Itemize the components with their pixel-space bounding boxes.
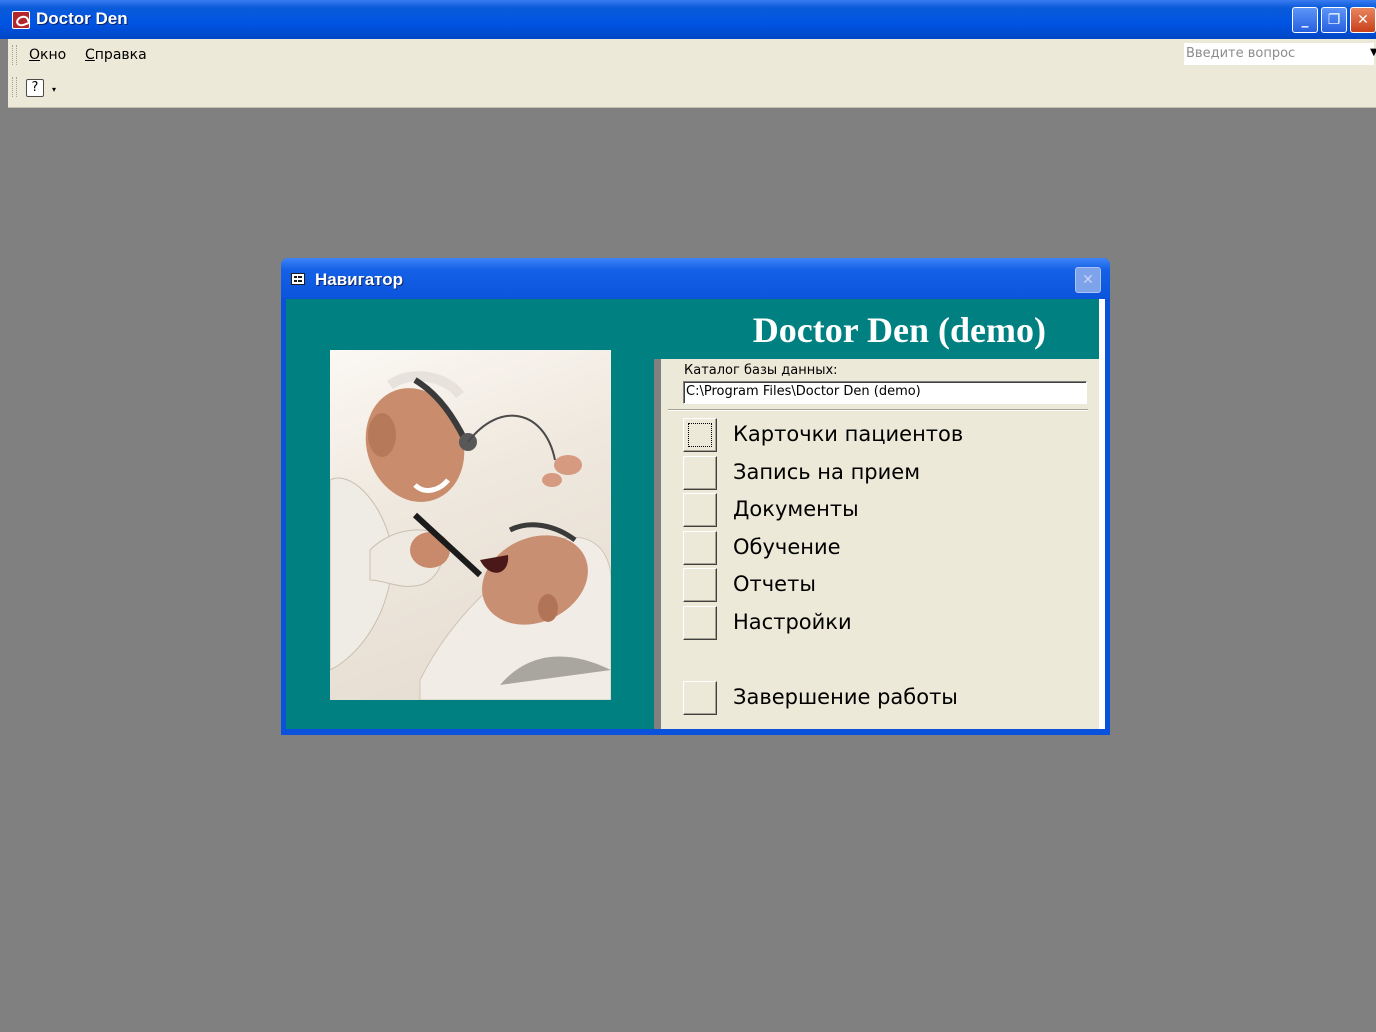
navigator-close-button[interactable]: ✕ <box>1075 267 1101 293</box>
training-label: Обучение <box>733 535 841 559</box>
menu-help[interactable]: Справка <box>85 47 147 63</box>
settings-label: Настройки <box>733 610 852 634</box>
window-icon <box>291 273 305 285</box>
toolbar-grip[interactable] <box>12 77 17 97</box>
dentist-illustration <box>330 371 611 700</box>
main-titlebar: Doctor Den _ ❐ ✕ <box>0 0 1376 39</box>
reports-label: Отчеты <box>733 572 816 596</box>
appointment-label: Запись на прием <box>733 460 921 484</box>
navigator-body: Doctor Den (demo) Каталог базы данных: C… <box>286 299 1105 729</box>
right-edge <box>1099 299 1105 729</box>
navigator-window: Навигатор ✕ Doctor Den (demo) Каталог ба… <box>281 258 1110 735</box>
help-dropdown-icon[interactable]: ▾ <box>52 85 56 94</box>
documents-button[interactable] <box>683 493 717 527</box>
training-button[interactable] <box>683 531 717 565</box>
close-icon: ✕ <box>1357 12 1369 28</box>
header-title-text: Doctor Den (demo) <box>752 310 1046 350</box>
picture-dentist <box>330 350 611 700</box>
settings-button[interactable] <box>683 606 717 640</box>
divider-strip <box>654 359 661 729</box>
menu-window-label: кно <box>40 47 67 63</box>
header-title: Doctor Den (demo) <box>654 309 1097 351</box>
menubar-grip[interactable] <box>12 45 17 65</box>
documents-label: Документы <box>733 497 859 521</box>
navigator-title: Навигатор <box>315 270 404 289</box>
menu-window[interactable]: Окно <box>29 47 66 63</box>
reports-button[interactable] <box>683 568 717 602</box>
menu-window-mnemonic: О <box>29 47 41 63</box>
help-icon[interactable]: ? <box>26 79 44 97</box>
ask-question-input[interactable]: Введите вопрос <box>1184 43 1374 65</box>
close-icon: ✕ <box>1082 272 1094 288</box>
app-title: Doctor Den <box>36 9 128 28</box>
menubar: Окно Справка Введите вопрос ▼ <box>8 39 1376 71</box>
restore-button[interactable]: ❐ <box>1321 7 1347 33</box>
patient-cards-label: Карточки пациентов <box>733 422 964 446</box>
restore-icon: ❐ <box>1327 12 1341 28</box>
db-catalog-label: Каталог базы данных: <box>684 363 838 378</box>
toolbar: ? ▾ <box>8 71 1376 108</box>
app-icon[interactable] <box>12 11 30 29</box>
menu-help-label: правка <box>94 47 147 63</box>
patient-cards-button[interactable] <box>683 418 717 452</box>
menu-help-mnemonic: С <box>85 47 95 63</box>
close-button[interactable]: ✕ <box>1350 7 1376 33</box>
appointment-button[interactable] <box>683 456 717 490</box>
exit-button[interactable] <box>683 681 717 715</box>
separator-line <box>668 409 1088 411</box>
ask-question-dropdown-icon[interactable]: ▼ <box>1370 47 1376 58</box>
db-catalog-path-field[interactable]: C:\Program Files\Doctor Den (demo) <box>683 381 1087 404</box>
navigator-titlebar[interactable]: Навигатор ✕ <box>281 258 1110 298</box>
exit-label: Завершение работы <box>733 685 958 709</box>
minimize-button[interactable]: _ <box>1292 7 1318 33</box>
minimize-icon: _ <box>1301 12 1309 28</box>
